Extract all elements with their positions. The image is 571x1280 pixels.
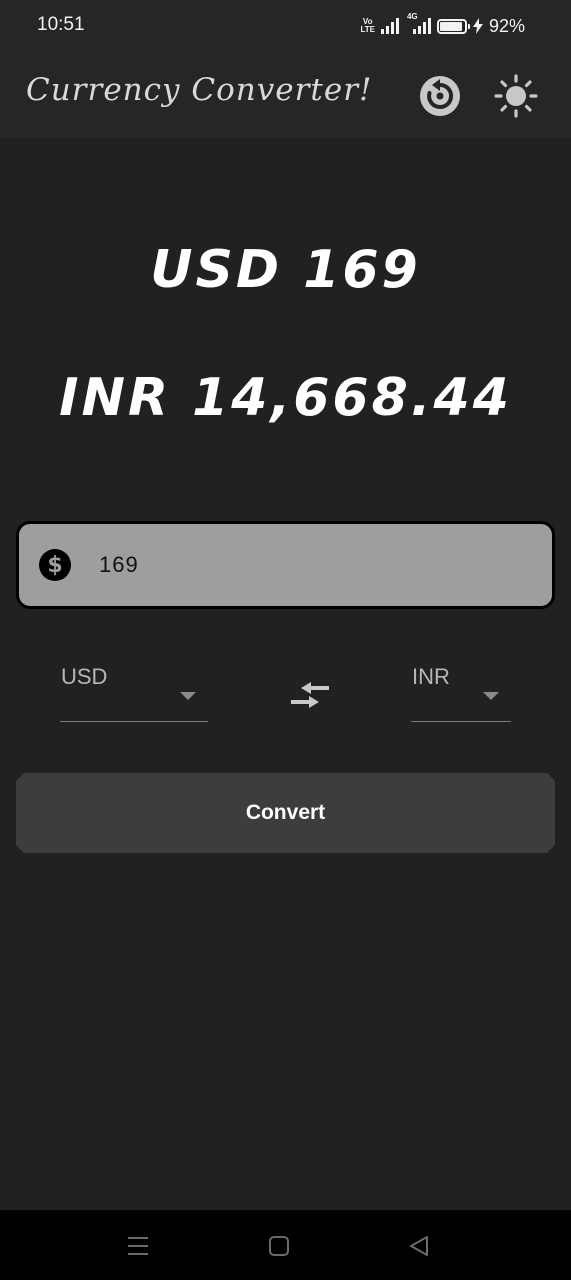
chevron-down-icon bbox=[483, 692, 499, 700]
network-label: 4G bbox=[406, 12, 418, 21]
app-bar: Currency Converter! bbox=[0, 52, 571, 138]
home-button[interactable] bbox=[265, 1232, 293, 1260]
back-icon bbox=[410, 1236, 428, 1256]
recent-apps-button[interactable] bbox=[124, 1232, 152, 1260]
signal-icon bbox=[380, 18, 399, 34]
menu-icon bbox=[128, 1237, 148, 1255]
amount-input[interactable] bbox=[99, 552, 499, 578]
battery-icon bbox=[436, 18, 470, 34]
back-button[interactable] bbox=[405, 1232, 433, 1260]
converted-amount-display: INR 14,668.44 bbox=[59, 368, 512, 428]
convert-button-label: Convert bbox=[245, 801, 326, 824]
convert-button[interactable]: Convert bbox=[16, 773, 555, 853]
volte-bottom-label: LTE bbox=[360, 25, 375, 34]
volte-icon: Vo LTE bbox=[360, 18, 375, 34]
charging-icon bbox=[472, 18, 483, 34]
swap-arrows-icon bbox=[291, 682, 329, 708]
battery-level-fill bbox=[439, 21, 463, 31]
app-screen: 10:51 Vo LTE 4G 92% Currency Converter! bbox=[0, 0, 571, 1280]
from-currency-dropdown[interactable]: USD bbox=[60, 652, 208, 722]
refresh-button[interactable] bbox=[418, 74, 462, 118]
theme-toggle-button[interactable] bbox=[494, 74, 538, 118]
status-time: 10:51 bbox=[37, 14, 85, 35]
battery-percent: 92% bbox=[488, 15, 525, 36]
network-signal-icon: 4G bbox=[405, 12, 431, 34]
refresh-icon bbox=[420, 76, 460, 116]
home-icon bbox=[269, 1236, 289, 1256]
chevron-down-icon bbox=[180, 692, 196, 700]
to-currency-value: INR bbox=[412, 664, 450, 689]
from-currency-value: USD bbox=[61, 664, 108, 689]
app-title: Currency Converter! bbox=[26, 72, 373, 108]
dollar-icon: $ bbox=[39, 549, 71, 581]
to-currency-dropdown[interactable]: INR bbox=[411, 652, 511, 722]
status-bar: 10:51 Vo LTE 4G 92% bbox=[0, 0, 571, 52]
swap-currencies-button[interactable] bbox=[288, 681, 332, 711]
status-icons: Vo LTE 4G 92% bbox=[360, 12, 525, 38]
sun-icon bbox=[494, 74, 538, 118]
system-nav-bar bbox=[0, 1210, 571, 1280]
amount-field[interactable]: $ bbox=[16, 521, 555, 609]
source-amount-display: USD 169 bbox=[150, 240, 421, 300]
